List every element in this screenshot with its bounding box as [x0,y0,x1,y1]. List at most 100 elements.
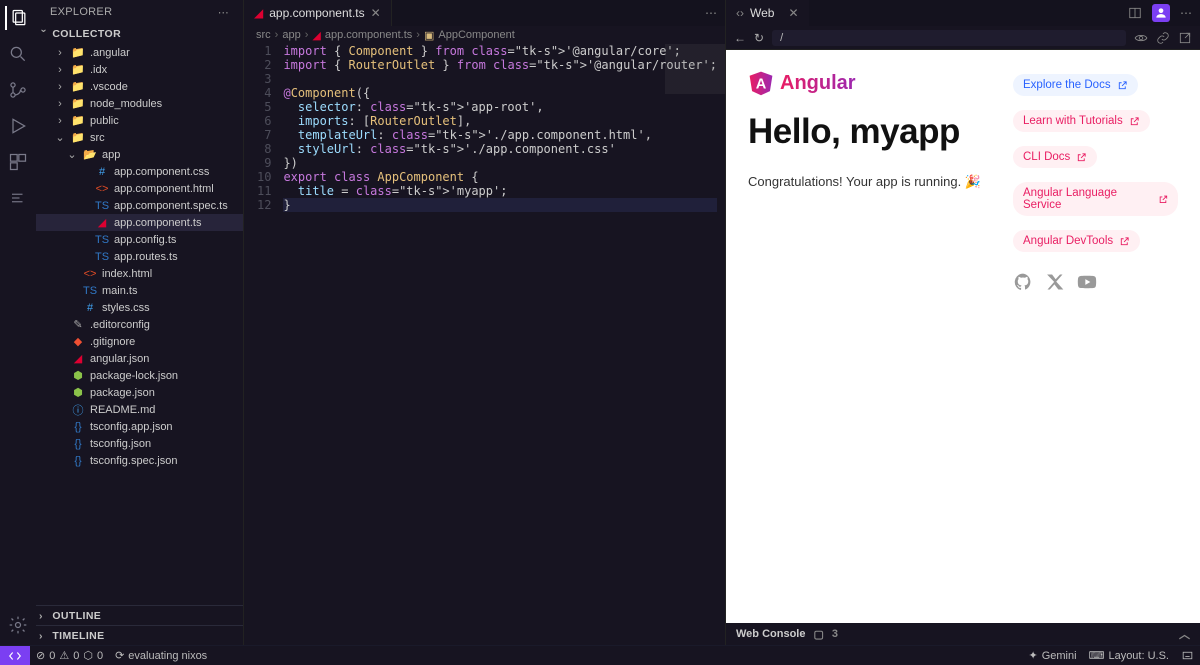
folder-app[interactable]: ⌄📂app [36,146,243,163]
file-tsconfig.spec.json[interactable]: {}tsconfig.spec.json [36,452,243,469]
activity-bar [0,0,36,645]
timeline-section[interactable]: TIMELINE [36,625,243,645]
file-icon: {} [71,454,85,468]
web-console-bar[interactable]: Web Console ▢ 3 ︿ [726,623,1200,645]
file-icon: <> [95,182,109,196]
problems-indicator[interactable]: ⊘0 ⚠0 ⬡0 [30,649,109,662]
back-icon[interactable]: ← [734,31,746,45]
task-status[interactable]: ⟳ evaluating nixos [109,649,213,662]
file-tsconfig.app.json[interactable]: {}tsconfig.app.json [36,418,243,435]
preview-tab[interactable]: ‹› Web ✕ [726,0,809,26]
file-app.component.ts[interactable]: ◢app.component.ts [36,214,243,231]
resource-link[interactable]: Angular Language Service [1013,182,1178,216]
congrats-text: Congratulations! Your app is running. 🎉 [748,174,993,190]
preview-tabbar: ‹› Web ✕ ⋯ [726,0,1200,26]
folder-src[interactable]: ⌄📁src [36,129,243,146]
code-editor[interactable]: 123456789101112 import { Component } fro… [244,44,725,645]
file-icon: <> [83,267,97,281]
explorer-icon[interactable] [5,6,29,30]
file-.gitignore[interactable]: ◆.gitignore [36,333,243,350]
run-debug-icon[interactable] [6,114,30,138]
tab-label: app.component.ts [269,6,364,20]
resource-link[interactable]: Learn with Tutorials [1013,110,1150,132]
file-tree: ›📁.angular›📁.idx›📁.vscode›📁node_modules›… [36,44,243,605]
folder-.vscode[interactable]: ›📁.vscode [36,78,243,95]
search-icon[interactable] [6,42,30,66]
editor-tab[interactable]: ◢ app.component.ts ✕ [244,0,392,26]
file-.editorconfig[interactable]: ✎.editorconfig [36,316,243,333]
minimap[interactable] [665,44,725,94]
more-icon[interactable]: ⋯ [218,6,229,19]
file-app.component.html[interactable]: <>app.component.html [36,180,243,197]
hello-heading: Hello, myapp [748,112,993,152]
explorer-panel: EXPLORER ⋯ COLLECTOR ›📁.angular›📁.idx›📁.… [36,0,243,645]
status-bar: ⊘0 ⚠0 ⬡0 ⟳ evaluating nixos ✦Gemini ⌨Lay… [0,645,1200,665]
menu-icon[interactable] [6,186,30,210]
extensions-icon[interactable] [6,150,30,174]
github-icon[interactable] [1013,272,1033,292]
inspect-icon[interactable] [1134,31,1148,45]
youtube-icon[interactable] [1077,272,1097,292]
code-lines[interactable]: import { Component } from class="tk-s">'… [283,44,725,645]
explorer-title: EXPLORER [50,6,112,18]
file-package.json[interactable]: ⬢package.json [36,384,243,401]
more-icon[interactable]: ⋯ [705,6,717,20]
x-icon[interactable] [1045,272,1065,292]
resource-link[interactable]: CLI Docs [1013,146,1097,168]
folder-public[interactable]: ›📁public [36,112,243,129]
folder-node_modules[interactable]: ›📁node_modules [36,95,243,112]
folder-.idx[interactable]: ›📁.idx [36,61,243,78]
file-app.component.css[interactable]: #app.component.css [36,163,243,180]
account-icon[interactable] [1152,4,1170,22]
file-README.md[interactable]: ⓘREADME.md [36,401,243,418]
layout-indicator[interactable]: ⌨Layout: U.S. [1083,649,1175,662]
remote-indicator[interactable] [0,646,30,665]
open-external-icon[interactable] [1178,31,1192,45]
close-tab-icon[interactable]: ✕ [371,6,381,20]
code-icon: ‹› [736,6,744,20]
file-icon: 📁 [71,46,85,60]
link-icon[interactable] [1156,31,1170,45]
breadcrumb[interactable]: src› app› ◢app.component.ts› ▣AppCompone… [244,26,725,44]
resource-link[interactable]: Explore the Docs [1013,74,1138,96]
svg-text:A: A [756,77,767,93]
folder-.angular[interactable]: ›📁.angular [36,44,243,61]
file-angular.json[interactable]: ◢angular.json [36,350,243,367]
url-bar[interactable]: / [772,30,1126,46]
file-icon: ◆ [71,335,85,349]
more-icon[interactable]: ⋯ [1180,6,1192,20]
preview-actions: ⋯ [1120,0,1200,26]
gemini-indicator[interactable]: ✦Gemini [1023,649,1083,662]
editor-actions: ⋯ [697,0,725,26]
file-icon: TS [95,250,109,264]
preview-viewport[interactable]: A Angular Hello, myapp Congratulations! … [726,50,1200,623]
web-preview-pane: ‹› Web ✕ ⋯ ← ↻ / A Angular Hel [725,0,1200,645]
explorer-header: EXPLORER ⋯ [36,0,243,24]
split-icon[interactable] [1128,6,1142,20]
file-icon: TS [95,233,109,247]
file-main.ts[interactable]: TSmain.ts [36,282,243,299]
file-icon: 📂 [83,148,97,162]
file-icon: ◢ [71,352,85,366]
file-icon: 📁 [71,80,85,94]
file-index.html[interactable]: <>index.html [36,265,243,282]
console-icon: ▢ [813,628,823,641]
project-header[interactable]: COLLECTOR [36,24,243,44]
outline-section[interactable]: OUTLINE [36,605,243,625]
sync-icon: ⟳ [115,649,124,662]
file-app.component.spec.ts[interactable]: TSapp.component.spec.ts [36,197,243,214]
resource-link[interactable]: Angular DevTools [1013,230,1140,252]
angular-file-icon: ◢ [254,6,263,20]
file-styles.css[interactable]: #styles.css [36,299,243,316]
settings-gear-icon[interactable] [6,613,30,637]
file-tsconfig.json[interactable]: {}tsconfig.json [36,435,243,452]
file-icon: 📁 [71,114,85,128]
source-control-icon[interactable] [6,78,30,102]
file-package-lock.json[interactable]: ⬢package-lock.json [36,367,243,384]
notifications-icon[interactable] [1175,649,1200,662]
chevron-up-icon[interactable]: ︿ [1179,626,1190,642]
file-app.config.ts[interactable]: TSapp.config.ts [36,231,243,248]
reload-icon[interactable]: ↻ [754,31,764,45]
file-app.routes.ts[interactable]: TSapp.routes.ts [36,248,243,265]
close-tab-icon[interactable]: ✕ [788,6,798,20]
